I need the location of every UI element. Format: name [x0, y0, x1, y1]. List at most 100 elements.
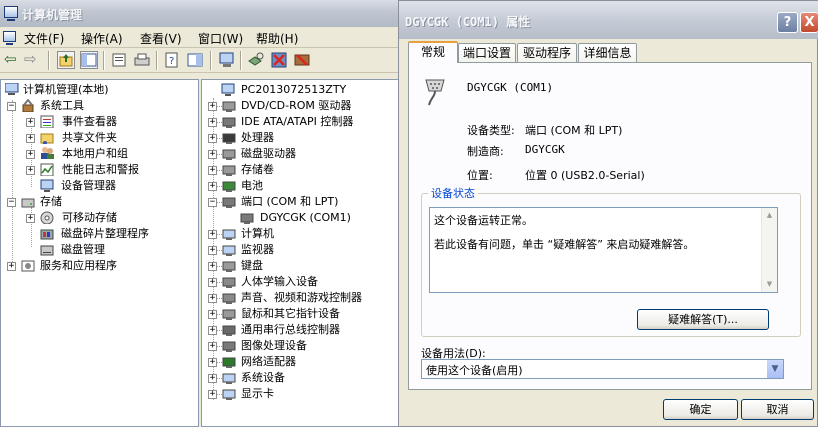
collapse-icon[interactable]: − — [7, 102, 16, 111]
scroll-down-icon[interactable]: ▼ — [764, 278, 775, 291]
mice-pointing-devices-icon — [222, 309, 236, 320]
tree-label-device-manager: 设备管理器 — [61, 179, 116, 192]
tab-details[interactable]: 详细信息 — [578, 43, 637, 62]
computer-icon[interactable] — [218, 51, 236, 69]
device-category-processors[interactable]: + 处理器 — [208, 130, 398, 146]
expand-icon[interactable]: + — [26, 214, 35, 223]
device-category-storage-volumes[interactable]: + 存储卷 — [208, 162, 398, 178]
device-category-batteries[interactable]: + 电池 — [208, 178, 398, 194]
expand-icon[interactable]: + — [208, 390, 217, 399]
expand-icon[interactable]: + — [26, 150, 35, 159]
menu-help[interactable]: 帮助(H) — [256, 30, 298, 47]
scroll-up-icon[interactable]: ▲ — [764, 209, 775, 222]
device-label: 显示卡 — [241, 387, 274, 400]
device-category-ide-ata-atapi-controllers[interactable]: + IDE ATA/ATAPI 控制器 — [208, 114, 398, 130]
device-category-monitors[interactable]: + 监视器 — [208, 242, 398, 258]
keyboards-icon — [222, 261, 236, 272]
expand-icon[interactable]: + — [208, 262, 217, 271]
device-category-mice-pointing-devices[interactable]: + 鼠标和其它指针设备 — [208, 306, 398, 322]
collapse-icon[interactable]: − — [208, 198, 217, 207]
show-hide-console-tree-icon[interactable] — [80, 51, 98, 69]
storage-volumes-icon — [222, 165, 236, 176]
expand-icon[interactable]: + — [208, 294, 217, 303]
device-type-label: 设备类型: — [467, 124, 515, 137]
uninstall-device-icon[interactable] — [293, 51, 311, 69]
expand-icon[interactable]: + — [26, 134, 35, 143]
help-topics-icon[interactable]: ? — [163, 51, 181, 69]
expand-icon[interactable]: + — [208, 278, 217, 287]
menu-view[interactable]: 查看(V) — [140, 30, 182, 47]
status-scrollbar[interactable]: ▲ ▼ — [761, 208, 777, 292]
expand-icon[interactable]: + — [26, 166, 35, 175]
disable-device-icon[interactable] — [270, 51, 288, 69]
menu-file[interactable]: 文件(F) — [24, 30, 64, 47]
expand-icon[interactable]: + — [208, 310, 217, 319]
expand-icon[interactable]: + — [208, 358, 217, 367]
computer-name: PC2013072513ZTY — [241, 83, 347, 96]
ok-button[interactable]: 确定 — [663, 399, 738, 420]
device-category-system-devices[interactable]: + 系统设备 — [208, 370, 398, 386]
expand-icon[interactable]: + — [208, 182, 217, 191]
device-category-display-adapters[interactable]: + 显示卡 — [208, 386, 398, 402]
device-category-network-adapters[interactable]: + 网络适配器 — [208, 354, 398, 370]
device-category-sound-video-game-controllers[interactable]: + 声音、视频和游戏控制器 — [208, 290, 398, 306]
help-button[interactable]: ? — [777, 12, 798, 33]
expand-icon[interactable]: + — [208, 374, 217, 383]
device-category-computer[interactable]: + 计算机 — [208, 226, 398, 242]
tree-label-shared-folders: 共享文件夹 — [62, 131, 117, 144]
menu-action[interactable]: 操作(A) — [81, 30, 123, 47]
device-category-dvd-cdrom-drives[interactable]: + DVD/CD-ROM 驱动器 — [208, 98, 398, 114]
scan-hardware-icon[interactable] — [247, 51, 265, 69]
device-status-textbox[interactable]: 这个设备运转正常。 若此设备有问题，单击 “疑难解答” 来启动疑难解答。 ▲ ▼ — [429, 207, 778, 293]
tree-label-removable-storage: 可移动存储 — [62, 211, 117, 224]
expand-icon[interactable]: + — [208, 134, 217, 143]
expand-icon[interactable]: + — [208, 342, 217, 351]
device-type-value: 端口 (COM 和 LPT) — [525, 124, 623, 137]
close-button[interactable]: X — [800, 12, 818, 33]
expand-icon[interactable]: + — [7, 262, 16, 271]
tab-driver[interactable]: 驱动程序 — [517, 43, 577, 62]
system-menu-icon[interactable] — [3, 31, 16, 45]
menu-window[interactable]: 窗口(W) — [198, 30, 243, 47]
cancel-button[interactable]: 取消 — [741, 399, 814, 420]
forward-icon[interactable]: ⇨ — [24, 51, 42, 69]
device-category-usb-controllers[interactable]: + 通用串行总线控制器 — [208, 322, 398, 338]
chevron-down-icon[interactable]: ▼ — [766, 360, 783, 378]
device-label: 端口 (COM 和 LPT) — [241, 195, 339, 208]
dialog-title: DGYCGK (COM1) 属性 — [405, 15, 531, 29]
device-label: 监视器 — [241, 243, 274, 256]
device-label: 处理器 — [241, 131, 274, 144]
console-tree-pane[interactable]: 计算机管理(本地) − 系统工具 + 事件查看器 + 共享文件夹 + 本地用户和… — [0, 79, 199, 427]
device-category-imaging-devices[interactable]: + 图像处理设备 — [208, 338, 398, 354]
expand-icon[interactable]: + — [208, 102, 217, 111]
manufacturer-value: DGYCGK — [525, 143, 565, 156]
device-tree-pane[interactable]: PC2013072513ZTY + DVD/CD-ROM 驱动器 + IDE ATA/… — [201, 79, 401, 427]
back-icon[interactable]: ⇦ — [4, 51, 22, 69]
tab-general[interactable]: 常规 — [408, 41, 458, 63]
dialog-title-bar[interactable]: DGYCGK (COM1) 属性 ? X — [399, 1, 818, 39]
expand-icon[interactable]: + — [208, 326, 217, 335]
tab-port-settings[interactable]: 端口设置 — [458, 43, 516, 62]
properties-icon[interactable] — [110, 51, 128, 69]
expand-icon[interactable]: + — [208, 118, 217, 127]
device-category-disk-drives[interactable]: + 磁盘驱动器 — [208, 146, 398, 162]
collapse-icon[interactable]: − — [7, 198, 16, 207]
up-one-level-icon[interactable] — [57, 51, 75, 69]
device-label: 磁盘驱动器 — [241, 147, 296, 160]
device-category-human-interface-devices[interactable]: + 人体学输入设备 — [208, 274, 398, 290]
device-usage-select[interactable]: 使用这个设备(启用) ▼ — [421, 359, 784, 379]
expand-icon[interactable]: + — [208, 246, 217, 255]
expand-icon[interactable]: + — [208, 230, 217, 239]
device-category-ports-com-lpt[interactable]: − 端口 (COM 和 LPT) — [208, 194, 398, 210]
batteries-icon — [222, 181, 236, 192]
device-category-keyboards[interactable]: + 键盘 — [208, 258, 398, 274]
device-category-dgycgk-com1[interactable]: DGYCGK (COM1) — [240, 210, 400, 226]
processors-icon — [222, 133, 236, 144]
expand-icon[interactable]: + — [26, 118, 35, 127]
troubleshoot-button[interactable]: 疑难解答(T)... — [637, 309, 769, 330]
show-action-pane-icon[interactable] — [186, 51, 204, 69]
print-icon[interactable] — [133, 51, 151, 69]
expand-icon[interactable]: + — [208, 150, 217, 159]
dgycgk-com1-icon — [240, 213, 254, 224]
expand-icon[interactable]: + — [208, 166, 217, 175]
